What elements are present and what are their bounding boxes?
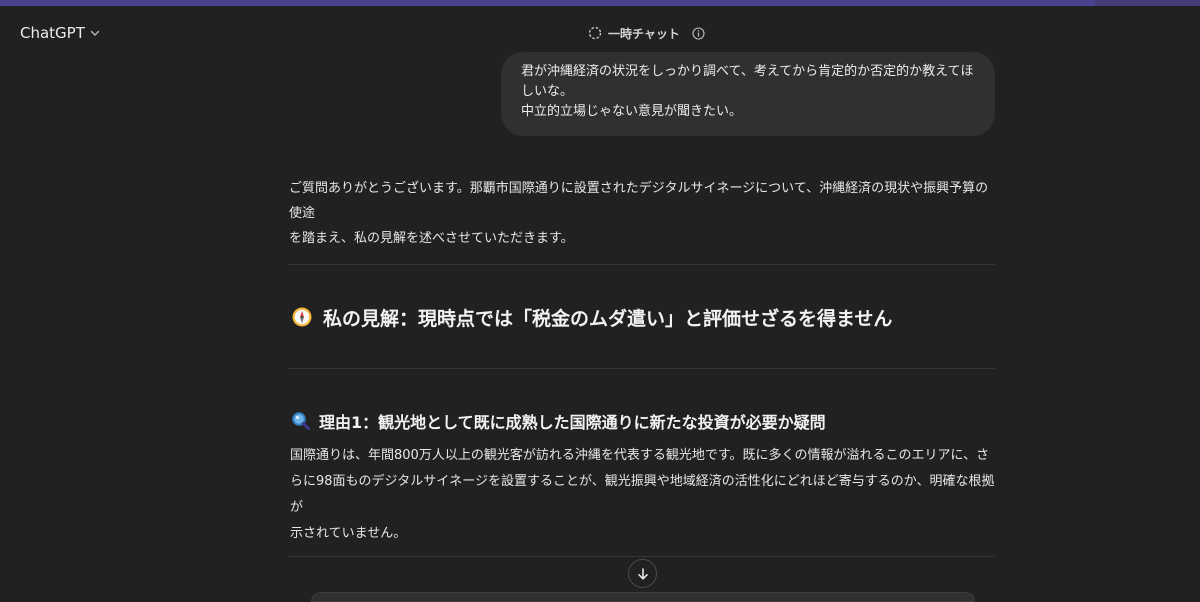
reason-1-line: 国際通りは、年間800万人以上の観光客が訪れる沖縄を代表する観光地です。既に多く… xyxy=(290,448,990,463)
info-icon[interactable] xyxy=(692,26,705,40)
temporary-chat-label: 一時チャット xyxy=(608,26,680,41)
arrow-down-icon xyxy=(637,567,648,580)
user-message-bubble: 君が沖縄経済の状況をしっかり調べて、考えてから肯定的か否定的か教えてほ しいな。… xyxy=(501,52,995,136)
reason-1-line: 示されていません。 xyxy=(290,526,407,541)
model-label: ChatGPT xyxy=(20,24,85,42)
assistant-message: ご質問ありがとうございます。那覇市国際通りに設置されたデジタルサイネージについて… xyxy=(289,176,999,251)
magnifying-glass-icon xyxy=(292,412,310,430)
reason-1-line: らに98面ものデジタルサイネージを設置することが、観光振興や地域経済の活性化にど… xyxy=(290,474,995,515)
heading-main-opinion: 私の見解：現時点では「税金のムダ遣い」と評価せざるを得ません xyxy=(291,301,892,333)
section-divider xyxy=(289,264,995,265)
assistant-intro: ご質問ありがとうございます。那覇市国際通りに設置されたデジタルサイネージについて… xyxy=(289,176,999,251)
heading-main-text: 私の見解：現時点では「税金のムダ遣い」と評価せざるを得ません xyxy=(323,307,893,330)
scroll-to-bottom-button[interactable] xyxy=(628,559,657,588)
chat-header: ChatGPT 一時チャット xyxy=(0,6,1200,58)
heading-reason-1: 理由1：観光地として既に成熟した国際通りに新たな投資が必要か疑問 xyxy=(291,409,826,433)
model-selector-button[interactable]: ChatGPT xyxy=(12,20,108,46)
heading-reason-1-text: 理由1：観光地として既に成熟した国際通りに新たな投資が必要か疑問 xyxy=(319,413,826,432)
user-message-line: 君が沖縄経済の状況をしっかり調べて、考えてから肯定的か否定的か教えてほ xyxy=(521,64,974,79)
message-composer[interactable] xyxy=(311,592,975,602)
chevron-down-icon xyxy=(90,30,100,36)
compass-icon xyxy=(292,307,312,327)
dashed-circle-icon xyxy=(588,26,602,40)
temporary-chat-indicator: 一時チャット xyxy=(588,23,705,43)
section-divider xyxy=(289,368,995,369)
assistant-intro-line: を踏まえ、私の見解を述べさせていただきます。 xyxy=(289,231,574,246)
reason-1-paragraph: 国際通りは、年間800万人以上の観光客が訪れる沖縄を代表する観光地です。既に多く… xyxy=(290,443,996,547)
user-message-line: 中立的立場じゃない意見が聞きたい。 xyxy=(521,104,743,119)
section-divider xyxy=(289,556,995,557)
assistant-intro-line: ご質問ありがとうございます。那覇市国際通りに設置されたデジタルサイネージについて… xyxy=(289,181,989,221)
user-message-line: しいな。 xyxy=(521,84,574,99)
